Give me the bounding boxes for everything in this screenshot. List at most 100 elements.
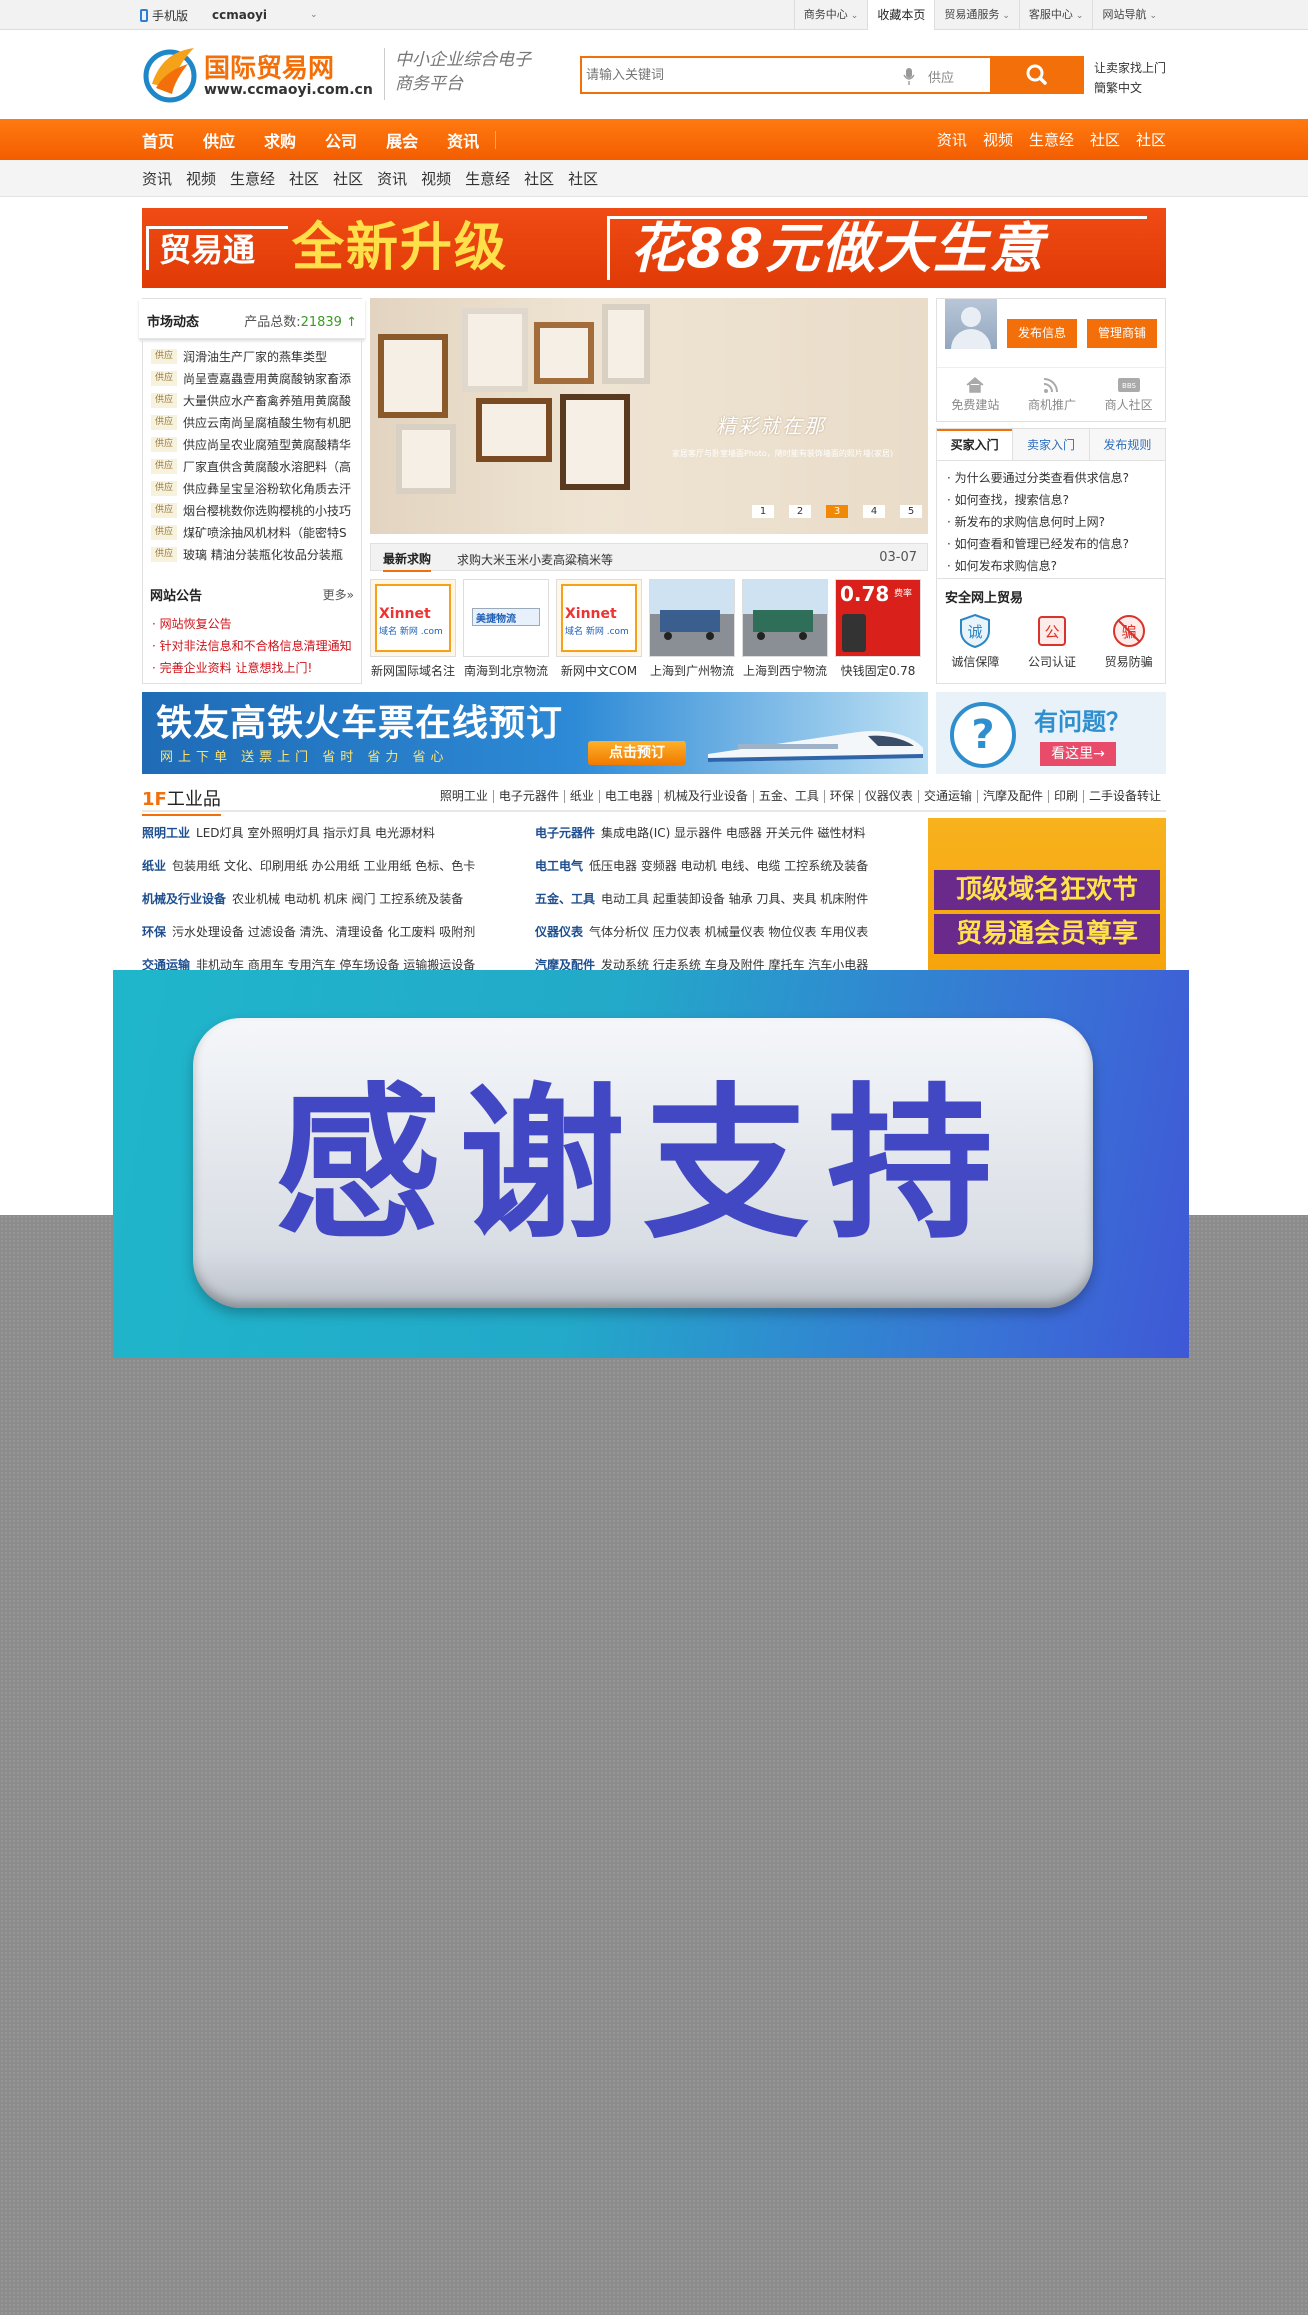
list-item[interactable]: 供应 烟台樱桃数你选购樱桃的小技巧	[151, 499, 357, 521]
floor-link[interactable]: 仪器仪表	[858, 790, 918, 803]
thumb-item[interactable]: 美捷物流 南海到北京物流	[463, 579, 549, 683]
list-item[interactable]: 供应 大量供应水产畜禽养殖用黄腐酸	[151, 389, 357, 411]
thumb-label[interactable]: 上海到西宁物流	[742, 662, 828, 679]
floor-link[interactable]: 印刷	[1047, 790, 1083, 803]
thumb-label[interactable]: 新网国际域名注	[370, 662, 456, 679]
category-items[interactable]: 低压电器 变频器 电动机 电线、电缆 工控系统及装备	[589, 859, 868, 873]
slider-dot[interactable]: 5	[900, 505, 922, 518]
thumb-label[interactable]: 快钱固定0.78	[835, 662, 921, 679]
subnav-item[interactable]: 资讯	[377, 168, 407, 189]
nav-right-video[interactable]: 视频	[983, 129, 1013, 150]
nav-purchase[interactable]: 求购	[264, 128, 296, 152]
help-banner[interactable]: ? 有问题？ 看这里→	[936, 692, 1166, 774]
thumb-image-truck[interactable]	[742, 579, 828, 657]
thumb-label[interactable]: 南海到北京物流	[463, 662, 549, 679]
help-button[interactable]: 看这里→	[1040, 742, 1116, 766]
seller-link[interactable]: 让卖家找上门	[1094, 58, 1166, 78]
faq-item[interactable]: · 如何查找，搜索信息?	[947, 489, 1129, 511]
modal-backdrop[interactable]	[0, 1215, 1308, 2315]
search-button[interactable]	[990, 56, 1084, 94]
faq-item[interactable]: · 如何查看和管理已经发布的信息?	[947, 533, 1129, 555]
nav-expo[interactable]: 展会	[386, 128, 418, 152]
nav-company[interactable]: 公司	[325, 128, 357, 152]
thanks-popup[interactable]: 感谢支持	[113, 970, 1189, 1358]
faq-item[interactable]: · 新发布的求购信息何时上网?	[947, 511, 1129, 533]
subnav-item[interactable]: 社区	[289, 168, 319, 189]
list-item[interactable]: 供应 玻璃 精油分装瓶化妆品分装瓶	[151, 543, 357, 565]
thanks-button[interactable]: 感谢支持	[193, 1018, 1093, 1308]
list-item-text[interactable]: 供应云南尚呈腐植酸生物有机肥	[183, 414, 357, 431]
manage-shop-button[interactable]: 管理商铺	[1087, 319, 1157, 348]
slider-dot[interactable]: 1	[752, 505, 774, 518]
thumb-image-xinnet[interactable]: Xinnet 域名 新网 .com	[556, 579, 642, 657]
category-items[interactable]: 气体分析仪 压力仪表 机械量仪表 物位仪表 车用仪表	[589, 925, 868, 939]
domain-promo-banner[interactable]: 顶级域名狂欢节 贸易通会员尊享	[928, 818, 1166, 973]
thumb-label[interactable]: 上海到广州物流	[649, 662, 735, 679]
top-link-service[interactable]: 贸易通服务 ⌄	[934, 0, 1019, 30]
thumb-item[interactable]: Xinnet 域名 新网 .com 新网中文COM	[556, 579, 642, 683]
subnav-item[interactable]: 社区	[524, 168, 554, 189]
category-name[interactable]: 照明工业	[142, 826, 190, 840]
slider-dot-active[interactable]: 3	[826, 505, 848, 518]
category-name[interactable]: 纸业	[142, 859, 166, 873]
latest-text[interactable]: 求购大米玉米小麦高粱稿米等	[457, 551, 613, 568]
thumb-image-logistics[interactable]: 美捷物流	[463, 579, 549, 657]
floor-link[interactable]: 机械及行业设备	[657, 790, 753, 803]
list-item[interactable]: 供应 供应彝呈宝呈浴粉软化角质去汗	[151, 477, 357, 499]
floor-link[interactable]: 交通运输	[917, 790, 977, 803]
tab-rules[interactable]: 发布规则	[1088, 429, 1165, 460]
floor-link[interactable]: 照明工业	[435, 790, 493, 803]
tab-buyer[interactable]: 买家入门	[937, 429, 1013, 460]
search-category[interactable]: 供应	[928, 67, 954, 86]
notice-item[interactable]: · 完善企业资料 让意想找上门!	[152, 657, 352, 679]
nav-home[interactable]: 首页	[142, 128, 174, 152]
list-item[interactable]: 供应 供应尚呈农业腐殖型黄腐酸精华	[151, 433, 357, 455]
anti-fraud-link[interactable]: 骗 贸易防骗	[1090, 611, 1167, 670]
subnav-item[interactable]: 生意经	[230, 168, 275, 189]
language-switch[interactable]: 簡繁中文	[1094, 78, 1166, 98]
floor-link[interactable]: 环保	[823, 790, 859, 803]
list-item-text[interactable]: 煤矿喷涂抽风机材料（能密特S	[183, 524, 357, 541]
community-link[interactable]: BBS 商人社区	[1090, 368, 1167, 421]
microphone-icon[interactable]	[902, 65, 916, 87]
promotion-link[interactable]: 商机推广	[1014, 368, 1091, 421]
nav-right-business[interactable]: 生意经	[1029, 129, 1074, 150]
category-name[interactable]: 电子元器件	[535, 826, 595, 840]
floor-link[interactable]: 电工电器	[598, 790, 658, 803]
chevron-down-icon[interactable]: ⌄	[310, 10, 318, 20]
top-link-sitemap[interactable]: 网站导航 ⌄	[1092, 0, 1166, 30]
list-item-text[interactable]: 烟台樱桃数你选购樱桃的小技巧	[183, 502, 357, 519]
category-name[interactable]: 电工电气	[535, 859, 583, 873]
category-items[interactable]: 集成电路(IC) 显示器件 电感器 开关元件 磁性材料	[601, 826, 866, 840]
list-item-text[interactable]: 玻璃 精油分装瓶化妆品分装瓶	[183, 546, 357, 563]
image-slider[interactable]: 精彩就在那 家居客厅与卧室墙面Photo，随时能有装饰墙面的照片墙(家居) 1 …	[370, 298, 928, 534]
thumb-image-truck[interactable]	[649, 579, 735, 657]
publish-info-button[interactable]: 发布信息	[1007, 319, 1077, 348]
thumb-image-xinnet[interactable]: Xinnet 域名 新网 .com	[370, 579, 456, 657]
nav-right-community[interactable]: 社区	[1090, 129, 1120, 150]
nav-right-community-2[interactable]: 社区	[1136, 129, 1166, 150]
train-book-button[interactable]: 点击预订	[588, 741, 686, 765]
list-item-text[interactable]: 厂家直供含黄腐酸水溶肥料（高	[183, 458, 357, 475]
category-items[interactable]: LED灯具 室外照明灯具 指示灯具 电光源材料	[196, 826, 435, 840]
thumb-item[interactable]: 上海到西宁物流	[742, 579, 828, 683]
list-item[interactable]: 供应 供应云南尚呈腐植酸生物有机肥	[151, 411, 357, 433]
thumb-item[interactable]: 0.78 费率 快钱固定0.78	[835, 579, 921, 683]
subnav-item[interactable]: 社区	[568, 168, 598, 189]
thumb-item[interactable]: 上海到广州物流	[649, 579, 735, 683]
category-items[interactable]: 包装用纸 文化、印刷用纸 办公用纸 工业用纸 色标、色卡	[172, 859, 475, 873]
nav-news[interactable]: 资讯	[447, 128, 479, 152]
promo-banner[interactable]: 贸易通 全新升级 花88元做大生意	[142, 208, 1166, 288]
subnav-item[interactable]: 社区	[333, 168, 363, 189]
floor-link[interactable]: 电子元器件	[492, 790, 564, 803]
list-item[interactable]: 供应 润滑油生产厂家的燕隼类型	[151, 345, 357, 367]
category-items[interactable]: 污水处理设备 过滤设备 清洗、清理设备 化工废料 吸附剂	[172, 925, 475, 939]
tab-seller[interactable]: 卖家入门	[1012, 429, 1088, 460]
list-item[interactable]: 供应 尚呈壹嘉蟲壹用黄腐酸钠家畜添	[151, 367, 357, 389]
nav-right-news[interactable]: 资讯	[937, 129, 967, 150]
top-link-business[interactable]: 商务中心 ⌄	[793, 0, 868, 30]
list-item-text[interactable]: 大量供应水产畜禽养殖用黄腐酸	[183, 392, 357, 409]
subnav-item[interactable]: 资讯	[142, 168, 172, 189]
faq-item[interactable]: · 如何发布求购信息?	[947, 555, 1129, 577]
slider-dot[interactable]: 4	[863, 505, 885, 518]
